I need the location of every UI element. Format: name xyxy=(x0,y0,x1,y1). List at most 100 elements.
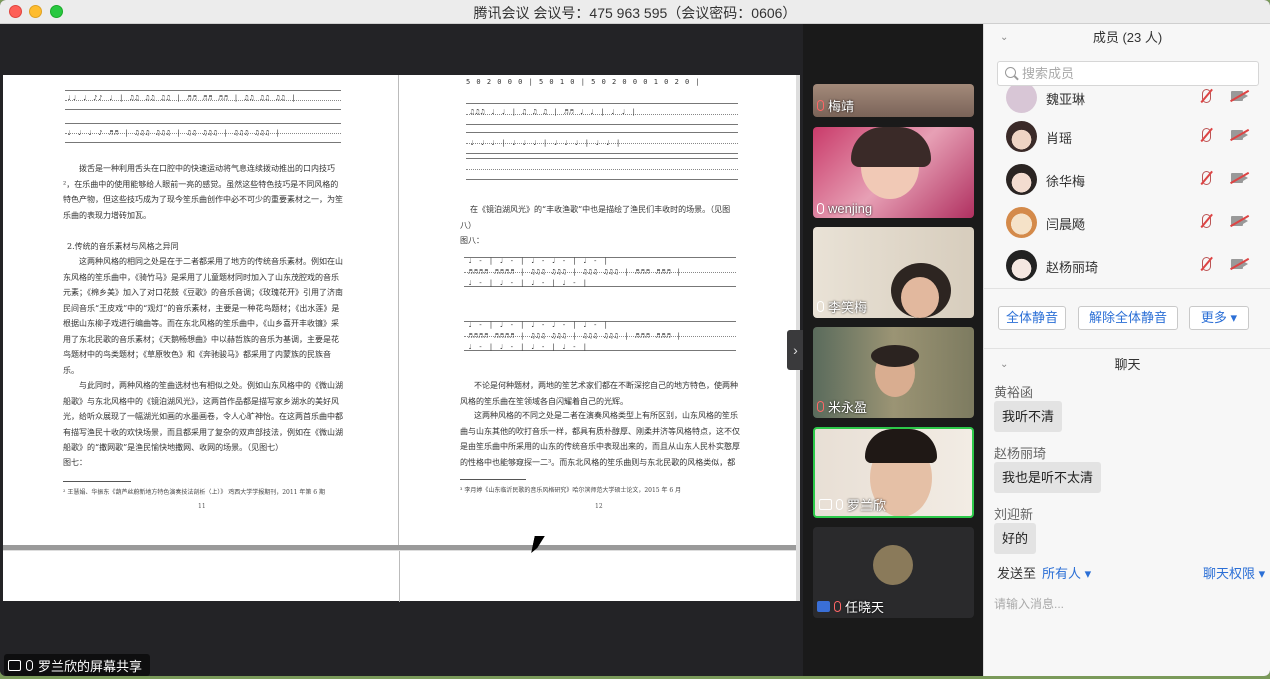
doc-paragraph: 与此同时，两种风格的笙曲选材也有相似之处。例如山东风格中的《微山湖船歌》与东北风… xyxy=(63,381,343,452)
footnote: ³ 李月婷《山东临沂民歌的音乐风格研究》哈尔滨师范大学硕士论文，2015 年 6… xyxy=(460,487,682,494)
chat-input-placeholder: 请输入消息... xyxy=(994,597,1065,611)
music-notes: ♬♬♬♬ ♬♬♬♬ | ♫♫♫ ♫♫♫ | ♫♫♫ ♫♫♫ | ♬♬♬ ♬♬♬ … xyxy=(468,268,682,276)
camera-off-icon[interactable] xyxy=(1231,173,1248,183)
chat-title: 聊天 xyxy=(1114,357,1141,372)
chat-input[interactable]: 请输入消息... xyxy=(994,595,1064,612)
more-button[interactable]: 更多 ▾ xyxy=(1189,306,1249,330)
video-tile[interactable]: 李笑梅 xyxy=(813,227,974,318)
camera-off-icon[interactable] xyxy=(1231,91,1248,101)
mute-all-button[interactable]: 全体静音 xyxy=(998,306,1066,330)
document-page-right: 5 0 2 0 0 0 | 5 0 1 0 | 5 0 2 0 0 0 1 0 … xyxy=(400,75,799,545)
doc-paragraph: 在《镜泊湖风光》的“丰收渔歌”中也是描绘了渔民们丰收时的场景。（见图八） xyxy=(460,205,731,230)
avatar xyxy=(1006,164,1037,195)
sidebar: ⌄ 成员 (23 人) 搜索成员 魏亚琳 肖瑶 徐华梅 闫晨飏 赵杨丽琦 全体静… xyxy=(983,24,1270,676)
music-notes: ♫♫♫ ♩ ♩ | ♫ ♫ ♫ | ♬♬ ♩ ♩ | ♩ ♩ | xyxy=(470,108,637,116)
member-name: 魏亚琳 xyxy=(1046,92,1086,107)
avatar xyxy=(1006,250,1037,281)
page-number: 11 xyxy=(198,503,206,510)
chat-header[interactable]: ⌄ 聊天 xyxy=(984,351,1270,379)
camera-off-icon[interactable] xyxy=(1231,259,1248,269)
participant-name: 任晓天 xyxy=(845,600,885,615)
mic-muted-icon xyxy=(834,601,841,612)
member-row[interactable]: 徐华梅 xyxy=(984,158,1270,201)
mic-muted-icon[interactable] xyxy=(1202,171,1211,185)
footnote-divider xyxy=(460,479,526,480)
chat-sender: 赵杨丽琦 xyxy=(994,446,1047,461)
mic-icon xyxy=(817,203,824,214)
next-page-preview xyxy=(3,550,799,602)
footnote-divider xyxy=(63,481,131,482)
chevron-down-icon: ⌄ xyxy=(1000,32,1009,43)
video-tile-active-speaker[interactable]: 罗兰欣 xyxy=(813,427,974,518)
doc-paragraph: 这两种风格的相同之处是在于二者都采用了地方的传统音乐素材。例如在山东风格的笙乐曲… xyxy=(63,257,343,375)
member-row[interactable]: 闫晨飏 xyxy=(984,201,1270,244)
mic-muted-icon[interactable] xyxy=(1202,214,1211,228)
chat-message: 我听不清 xyxy=(994,401,1063,432)
chevron-down-icon: ⌄ xyxy=(1000,359,1009,370)
mic-icon xyxy=(817,301,824,312)
music-notes: ♩ - | ♩ - | ♩ - | ♩ - | xyxy=(468,343,588,351)
members-header[interactable]: ⌄ 成员 (23 人) xyxy=(984,24,1270,52)
participant-name: wenjing xyxy=(828,201,873,216)
camera-off-icon[interactable] xyxy=(1231,130,1248,140)
chat-message: 我也是听不太清 xyxy=(994,462,1102,493)
participant-name: 李笑梅 xyxy=(828,300,868,315)
mic-muted-icon xyxy=(817,100,824,111)
video-tile[interactable]: wenjing xyxy=(813,127,974,218)
send-to: 发送至 所有人 ▾ xyxy=(997,563,1091,582)
music-notes: ♩ - | ♩ - | ♩ - ♩ - | ♩ - | xyxy=(468,321,609,329)
window-title: 腾讯会议 会议号：475 963 595（会议密码：0606） xyxy=(473,5,797,21)
music-notes: ♩ - | ♩ - | ♩ - | ♩ - | xyxy=(468,279,588,287)
mic-muted-icon[interactable] xyxy=(1202,257,1211,271)
camera-off-icon[interactable] xyxy=(1231,216,1248,226)
chat-permission-button[interactable]: 聊天权限 ▾ xyxy=(1203,563,1265,582)
divider xyxy=(984,288,1270,289)
search-placeholder: 搜索成员 xyxy=(1022,66,1075,81)
members-title: 成员 (23 人) xyxy=(1092,30,1163,45)
send-to-label: 发送至 xyxy=(997,566,1037,581)
member-search-input[interactable]: 搜索成员 xyxy=(997,61,1259,86)
member-name: 徐华梅 xyxy=(1046,174,1086,189)
video-tile[interactable]: 任晓天 xyxy=(813,527,974,618)
unmute-all-button[interactable]: 解除全体静音 xyxy=(1078,306,1178,330)
mic-muted-icon[interactable] xyxy=(1202,128,1211,142)
music-score xyxy=(466,158,738,180)
doc-paragraph: 这两种风格的不同之处是二者在演奏风格类型上有所区别，山东风格的笙乐曲与山东其他的… xyxy=(460,411,740,467)
screen-share-owner: 罗兰欣的屏幕共享 xyxy=(38,658,143,674)
participant-name: 梅靖 xyxy=(828,99,855,114)
avatar-icon xyxy=(817,601,830,612)
send-to-value: 所有人 xyxy=(1042,566,1082,581)
doc-heading: 2.传统的音乐素材与风格之异同 xyxy=(67,242,179,251)
music-notes: ♬♬♬♬ ♬♬♬♬ | ♫♫♫ ♫♫♫ | ♫♫♫ ♫♫♫ | ♬♬♬ ♬♬♬ … xyxy=(468,332,682,340)
participant-name: 罗兰欣 xyxy=(847,498,887,513)
avatar xyxy=(1006,86,1037,113)
mic-icon xyxy=(836,499,843,510)
music-notes: ♩ - | ♩ - | ♩ - ♩ - | ♩ - | xyxy=(468,257,609,265)
participant-name: 米永盈 xyxy=(828,400,868,415)
music-notes: ♩ ♩ ♩ ♪ ♬♬ | ♫♫♫ ♫♫♫ | ♫♫ ♫♫♫ | ♫♫♫ ♫♫♫ … xyxy=(67,129,281,137)
member-list: 魏亚琳 肖瑶 徐华梅 闫晨飏 赵杨丽琦 xyxy=(984,86,1270,288)
avatar xyxy=(1006,121,1037,152)
mic-muted-icon[interactable] xyxy=(1202,89,1211,103)
doc-paragraph: 拨舌是一种利用舌头在口腔中的快速运动将气息连续拨动推出的口内技巧²，在乐曲中的使… xyxy=(63,164,343,220)
screen-share-icon xyxy=(819,499,832,510)
member-row[interactable]: 赵杨丽琦 xyxy=(984,244,1270,287)
title-bar: 腾讯会议 会议号：475 963 595（会议密码：0606） xyxy=(0,0,1270,24)
video-tile[interactable]: 米永盈 xyxy=(813,327,974,418)
page-number: 12 xyxy=(595,503,603,510)
member-name: 赵杨丽琦 xyxy=(1046,260,1099,275)
music-notes: 5 0 2 0 0 0 | 5 0 1 0 | 5 0 2 0 0 0 1 0 … xyxy=(466,78,701,86)
send-to-select[interactable]: 所有人 ▾ xyxy=(1042,566,1091,581)
search-icon xyxy=(1005,67,1016,78)
meeting-window: 腾讯会议 会议号：475 963 595（会议密码：0606） ♩♩ ♩ ♪♪ … xyxy=(0,0,1270,676)
member-name: 肖瑶 xyxy=(1046,131,1073,146)
member-row[interactable]: 肖瑶 xyxy=(984,115,1270,158)
avatar xyxy=(1006,207,1037,238)
collapse-gallery-button[interactable]: › xyxy=(787,330,804,370)
document-page-left: ♩♩ ♩ ♪♪ ♩ | ♫♫ ♫♫ ♫♫ | ♬♬ ♬♬ ♬♬ | ♫♫ ♫♫ … xyxy=(3,75,399,545)
divider xyxy=(984,348,1270,349)
doc-paragraph: 不论是何种题材，两地的笙艺术家们都在不断深挖自己的地方特色，使两种风格的笙乐曲在… xyxy=(460,381,738,406)
video-tile[interactable]: 梅靖 xyxy=(813,84,974,117)
chat-sender: 刘迎新 xyxy=(994,507,1034,522)
member-name: 闫晨飏 xyxy=(1046,217,1086,232)
